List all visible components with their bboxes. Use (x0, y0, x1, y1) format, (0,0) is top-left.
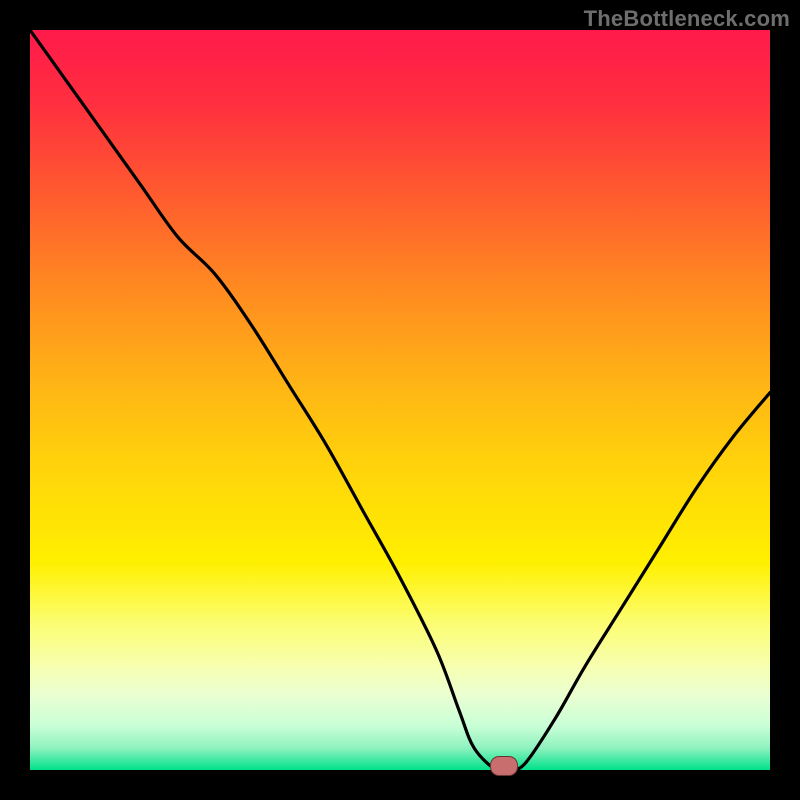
chart-frame: TheBottleneck.com (0, 0, 800, 800)
curve-svg (30, 30, 770, 770)
bottleneck-curve (30, 30, 770, 770)
watermark-text: TheBottleneck.com (584, 6, 790, 32)
plot-area (30, 30, 770, 770)
optimum-marker (490, 756, 518, 776)
